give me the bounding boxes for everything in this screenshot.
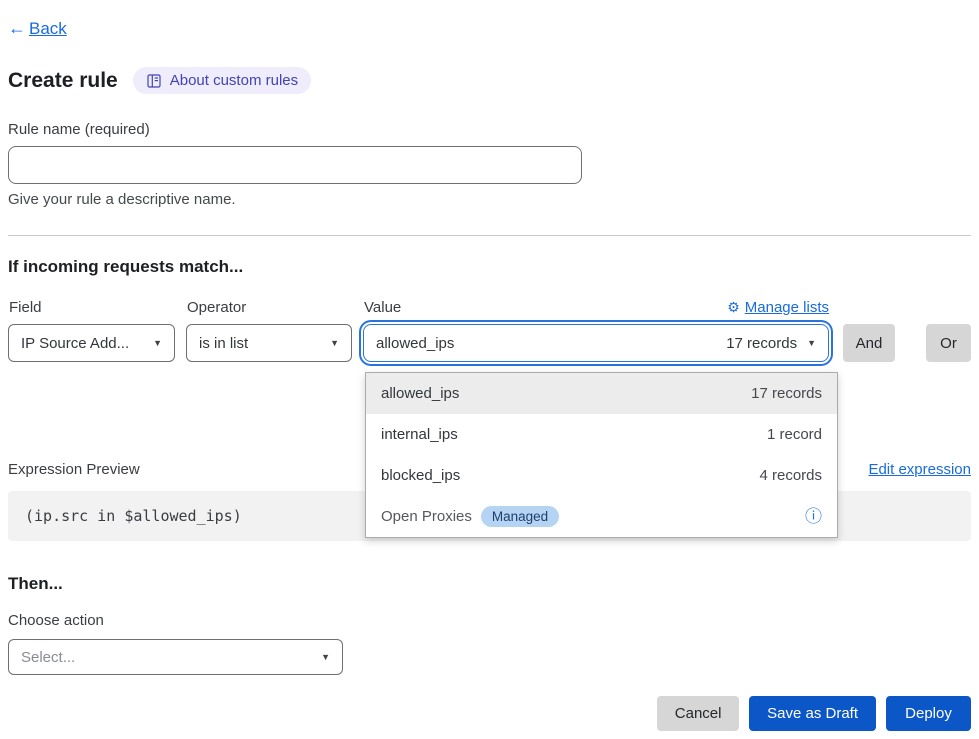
list-item-open-proxies[interactable]: Open Proxies Managed ⓘ: [366, 496, 837, 537]
value-select-meta: 17 records: [726, 335, 797, 352]
managed-badge: Managed: [481, 506, 559, 527]
choose-action-label: Choose action: [8, 612, 971, 629]
field-select-value: IP Source Add...: [21, 335, 129, 352]
list-item-name: Open Proxies: [381, 508, 472, 525]
or-button[interactable]: Or: [926, 324, 971, 362]
and-button[interactable]: And: [843, 324, 895, 362]
list-item-name: blocked_ips: [381, 467, 460, 484]
condition-row: Field IP Source Add... ▼ Operator is in …: [8, 299, 971, 362]
back-link[interactable]: ← Back: [8, 18, 67, 39]
match-section-heading: If incoming requests match...: [8, 257, 971, 277]
field-label: Field: [9, 299, 175, 316]
info-icon[interactable]: ⓘ: [805, 508, 822, 525]
save-as-draft-button[interactable]: Save as Draft: [749, 696, 876, 731]
field-column: Field IP Source Add... ▼: [8, 299, 175, 362]
then-section-heading: Then...: [8, 574, 971, 594]
list-item-name: internal_ips: [381, 426, 458, 443]
action-select[interactable]: Select... ▼: [8, 639, 343, 675]
value-column: Value ⚙ Manage lists allowed_ips 17 reco…: [363, 299, 829, 362]
value-select[interactable]: allowed_ips 17 records ▼: [363, 324, 829, 362]
operator-select[interactable]: is in list ▼: [186, 324, 352, 362]
cancel-button[interactable]: Cancel: [657, 696, 739, 731]
manage-lists-label: Manage lists: [745, 299, 829, 316]
list-item-meta: 4 records: [759, 467, 822, 484]
expression-code: (ip.src in $allowed_ips): [25, 507, 242, 525]
value-label-row: Value ⚙ Manage lists: [363, 299, 829, 316]
rule-name-label: Rule name (required): [8, 121, 971, 138]
list-item-allowed-ips[interactable]: allowed_ips 17 records: [366, 373, 837, 414]
about-custom-rules-link[interactable]: About custom rules: [133, 67, 311, 94]
gear-icon: ⚙: [727, 299, 740, 316]
chevron-down-icon: ▼: [321, 652, 330, 662]
action-select-placeholder: Select...: [21, 649, 75, 666]
back-label: Back: [29, 19, 67, 39]
rule-name-input[interactable]: [8, 146, 582, 184]
value-select-value: allowed_ips: [376, 335, 454, 352]
chevron-down-icon: ▼: [330, 338, 339, 348]
about-custom-rules-label: About custom rules: [170, 72, 298, 89]
edit-expression-link[interactable]: Edit expression: [868, 461, 971, 478]
operator-label: Operator: [187, 299, 352, 316]
deploy-button[interactable]: Deploy: [886, 696, 971, 731]
operator-column: Operator is in list ▼: [186, 299, 352, 362]
list-item-name: allowed_ips: [381, 385, 459, 402]
section-divider: [8, 235, 971, 236]
list-item-meta: 17 records: [751, 385, 822, 402]
list-item-blocked-ips[interactable]: blocked_ips 4 records: [366, 455, 837, 496]
manage-lists-link[interactable]: ⚙ Manage lists: [727, 299, 829, 316]
chevron-down-icon: ▼: [807, 338, 816, 348]
operator-select-value: is in list: [199, 335, 248, 352]
list-item-meta: 1 record: [767, 426, 822, 443]
list-item-left: Open Proxies Managed: [381, 506, 559, 527]
list-item-internal-ips[interactable]: internal_ips 1 record: [366, 414, 837, 455]
chevron-down-icon: ▼: [153, 338, 162, 348]
create-rule-page: ← Back Create rule About custom rules Ru…: [0, 0, 979, 731]
field-select[interactable]: IP Source Add... ▼: [8, 324, 175, 362]
rule-name-helper: Give your rule a descriptive name.: [8, 191, 971, 208]
value-label: Value: [364, 299, 401, 316]
page-header: Create rule About custom rules: [8, 67, 971, 94]
back-arrow-icon: ←: [8, 18, 26, 39]
book-icon: [146, 73, 162, 89]
expression-preview-label: Expression Preview: [8, 461, 140, 478]
list-dropdown-panel: allowed_ips 17 records internal_ips 1 re…: [365, 372, 838, 538]
page-title: Create rule: [8, 69, 118, 93]
footer-actions: Cancel Save as Draft Deploy: [8, 696, 971, 731]
